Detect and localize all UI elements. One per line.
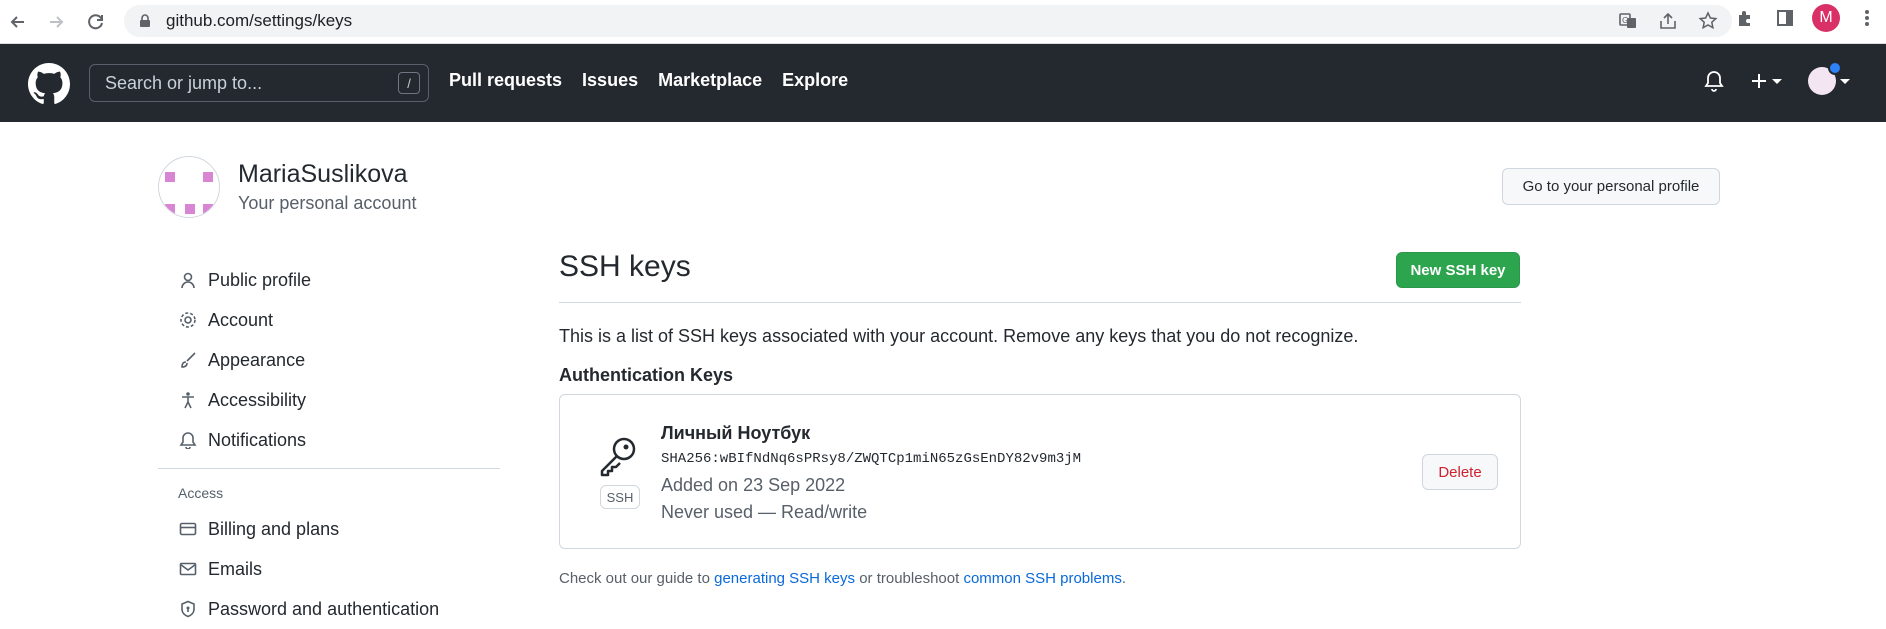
paintbrush-icon [178,350,198,370]
title-divider [559,302,1521,303]
caret-down-icon [1840,78,1850,84]
sidebar-item-password[interactable]: Password and authentication [158,589,500,629]
sidebar-item-label: Notifications [208,429,307,450]
lock-icon [140,14,150,27]
search-placeholder: Search or jump to... [105,72,263,93]
sidebar-item-emails[interactable]: Emails [158,549,500,589]
github-header: Search or jump to... / Pull requests Iss… [0,44,1886,122]
account-subtitle: Your personal account [238,193,417,213]
search-shortcut-key: / [398,72,420,94]
sidebar-item-label: Password and authentication [208,598,440,619]
page-description: This is a list of SSH keys associated wi… [559,326,1359,346]
go-to-profile-button[interactable]: Go to your personal profile [1502,168,1720,205]
bookmark-star-icon[interactable] [1696,9,1720,33]
url-text: github.com/settings/keys [166,11,353,30]
sidebar-item-billing[interactable]: Billing and plans [158,509,500,549]
accessibility-icon [178,390,198,410]
sidebar-item-label: Account [208,309,274,330]
delete-key-button[interactable]: Delete [1422,454,1498,490]
translate-icon[interactable]: G [1616,9,1640,33]
caret-down-icon [1772,78,1782,84]
person-icon [178,270,198,290]
status-dot [1828,61,1842,75]
help-suffix: . [1121,570,1126,587]
arrow-left-icon [10,16,24,28]
browser-toolbar: github.com/settings/keys G M [0,0,1886,44]
key-fingerprint: SHA256:wBIfNdNq6sPRsy8/ZWQTCp1miN65zGsEn… [661,451,1082,467]
gear-icon [178,310,198,330]
help-prefix: Check out our guide to [559,570,715,587]
key-title: Личный Ноутбук [661,423,811,443]
reload-button[interactable] [78,4,114,40]
sidebar-item-label: Public profile [208,269,312,290]
ssh-key-item: SSH Личный Ноутбук SHA256:wBIfNdNq6sPRsy… [559,394,1521,549]
generating-ssh-keys-link[interactable]: generating SSH keys [714,570,855,587]
side-panel-icon[interactable] [1772,5,1798,31]
credit-card-icon [178,519,198,539]
sidebar-item-label: Billing and plans [208,518,340,539]
page-title: SSH keys [559,250,691,283]
forward-button[interactable] [38,4,74,40]
sidebar-item-appearance[interactable]: Appearance [158,340,500,380]
settings-sidebar: Public profile Account Appearance Access… [158,260,500,629]
nav-pull-requests[interactable]: Pull requests [449,70,562,91]
bell-icon[interactable] [1704,70,1724,92]
github-logo-icon[interactable] [28,63,70,105]
sidebar-item-account[interactable]: Account [158,300,500,340]
nav-marketplace[interactable]: Marketplace [658,70,762,91]
browser-profile-avatar[interactable]: M [1812,4,1840,32]
search-input[interactable]: Search or jump to... / [89,64,429,102]
share-icon[interactable] [1656,9,1680,33]
account-avatar[interactable] [158,156,220,218]
back-button[interactable] [0,4,36,40]
sidebar-divider [158,468,500,469]
more-menu-icon[interactable] [1854,5,1880,31]
nav-issues[interactable]: Issues [582,70,638,91]
reload-icon [88,14,103,30]
plus-icon [1752,74,1766,88]
bell-icon [178,430,198,450]
new-ssh-key-button[interactable]: New SSH key [1396,252,1520,288]
ssh-badge: SSH [600,485,640,509]
auth-keys-heading: Authentication Keys [559,365,734,385]
arrow-right-icon [50,16,64,28]
sidebar-item-notifications[interactable]: Notifications [158,420,500,460]
sidebar-item-public-profile[interactable]: Public profile [158,260,500,300]
sidebar-item-accessibility[interactable]: Accessibility [158,380,500,420]
create-new-menu[interactable] [1750,72,1782,90]
sidebar-item-label: Emails [208,558,263,579]
sidebar-heading-access: Access [178,485,224,501]
ssh-help-note: Check out our guide to generating SSH ke… [559,570,1126,587]
user-menu[interactable] [1808,61,1850,95]
help-middle: or troubleshoot [855,570,964,587]
account-username: MariaSuslikova [238,160,408,188]
sidebar-item-label: Appearance [208,349,306,370]
key-icon [600,437,636,477]
common-ssh-problems-link[interactable]: common SSH problems [963,570,1121,587]
key-added-date: Added on 23 Sep 2022 [661,475,846,495]
sidebar-item-label: Accessibility [208,389,307,410]
key-usage: Never used — Read/write [661,502,868,522]
header-nav: Pull requests Issues Marketplace Explore [449,70,848,91]
extensions-icon[interactable] [1732,5,1758,31]
address-bar[interactable]: github.com/settings/keys G [124,5,1732,37]
mail-icon [178,559,198,579]
avatar [1808,61,1842,95]
nav-explore[interactable]: Explore [782,70,848,91]
shield-lock-icon [178,599,198,619]
